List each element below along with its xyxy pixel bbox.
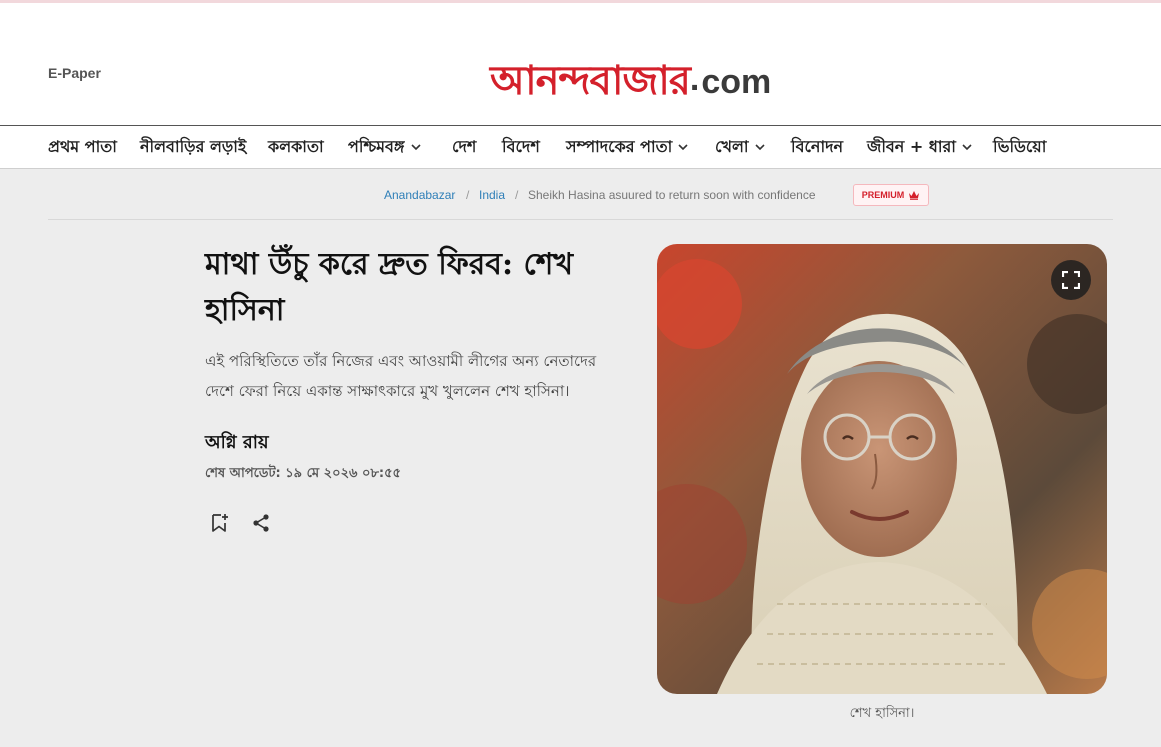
image-caption: শেখ হাসিনা।: [849, 706, 915, 721]
breadcrumb: Anandabazar / India / Sheikh Hasina asuu…: [0, 184, 1161, 206]
nav-item-home[interactable]: প্রথম পাতা: [48, 126, 117, 168]
breadcrumb-current: Sheikh Hasina asuured to return soon wit…: [528, 188, 816, 202]
nav-item-label: সম্পাদকের পাতা: [566, 136, 673, 156]
nav-item-label: প্রথম পাতা: [48, 136, 117, 156]
expand-image-button[interactable]: [1051, 260, 1091, 300]
article-updated-time: শেষ আপডেট: ১৯ মে ২০২৬ ০৮:৫৫: [205, 466, 401, 481]
breadcrumb-separator: /: [466, 188, 470, 202]
article-headline: মাথা উঁচু করে দ্রুত ফিরব: শেখ হাসিনা: [205, 247, 574, 328]
share-icon[interactable]: [250, 512, 272, 534]
nav-item-sports[interactable]: খেলা: [715, 126, 765, 168]
nav-item-lifestyle[interactable]: জীবন + ধারা: [867, 126, 972, 168]
premium-label: PREMIUM: [861, 190, 905, 200]
nav-item-kolkata[interactable]: কলকাতা: [268, 126, 324, 168]
chevron-down-icon: [678, 144, 688, 151]
main-navigation: প্রথম পাতা নীলবাড়ির লড়াই কলকাতা পশ্চিম…: [0, 125, 1161, 169]
nav-item-label: বিদেশ: [502, 136, 540, 156]
logo-wordmark: আনন্দবাজার: [490, 57, 691, 104]
expand-icon: [1062, 271, 1080, 289]
nav-item-label: কলকাতা: [268, 136, 324, 156]
bookmark-add-icon[interactable]: [208, 512, 230, 534]
nav-item-video[interactable]: ভিডিয়ো: [993, 126, 1046, 168]
nav-item-label: ভিডিয়ো: [993, 136, 1047, 156]
chevron-down-icon: [754, 144, 765, 151]
nav-item-label: পশ্চিমবঙ্গ: [348, 136, 405, 156]
chevron-down-icon: [410, 144, 421, 151]
section-divider: [48, 219, 1113, 220]
nav-item-label: খেলা: [715, 136, 749, 156]
nav-item-label: বিনোদন: [791, 136, 844, 156]
nav-item-national[interactable]: দেশ: [452, 126, 476, 168]
site-logo[interactable]: আনন্দবাজার . com: [490, 43, 771, 101]
nav-item-label: নীলবাড়ির লড়াই: [140, 136, 247, 156]
article-image[interactable]: [657, 244, 1107, 694]
nav-item-entertainment[interactable]: বিনোদন: [791, 126, 843, 168]
logo-suffix: com: [701, 63, 772, 101]
nav-item-international[interactable]: বিদেশ: [502, 126, 540, 168]
nav-item-editorial[interactable]: সম্পাদকের পাতা: [566, 126, 688, 168]
crown-icon: [909, 191, 920, 200]
breadcrumb-home[interactable]: Anandabazar: [384, 188, 455, 202]
article-summary: এই পরিস্থিতিতে তাঁর নিজের এবং আওয়ামী লী…: [205, 352, 597, 400]
site-header: E-Paper আনন্দবাজার . com: [0, 3, 1161, 125]
nav-item-west-bengal[interactable]: পশ্চিমবঙ্গ: [348, 126, 421, 168]
epaper-link[interactable]: E-Paper: [48, 65, 101, 81]
logo-dot: .: [689, 60, 700, 98]
nav-item-election[interactable]: নীলবাড়ির লড়াই: [140, 126, 246, 168]
breadcrumb-separator: /: [515, 188, 519, 202]
article-author[interactable]: অগ্নি রায়: [205, 428, 269, 459]
breadcrumb-section[interactable]: India: [479, 188, 505, 202]
premium-badge: PREMIUM: [853, 184, 929, 206]
nav-item-label: দেশ: [452, 136, 477, 156]
chevron-down-icon: [962, 144, 972, 151]
nav-item-label: জীবন + ধারা: [867, 136, 956, 156]
